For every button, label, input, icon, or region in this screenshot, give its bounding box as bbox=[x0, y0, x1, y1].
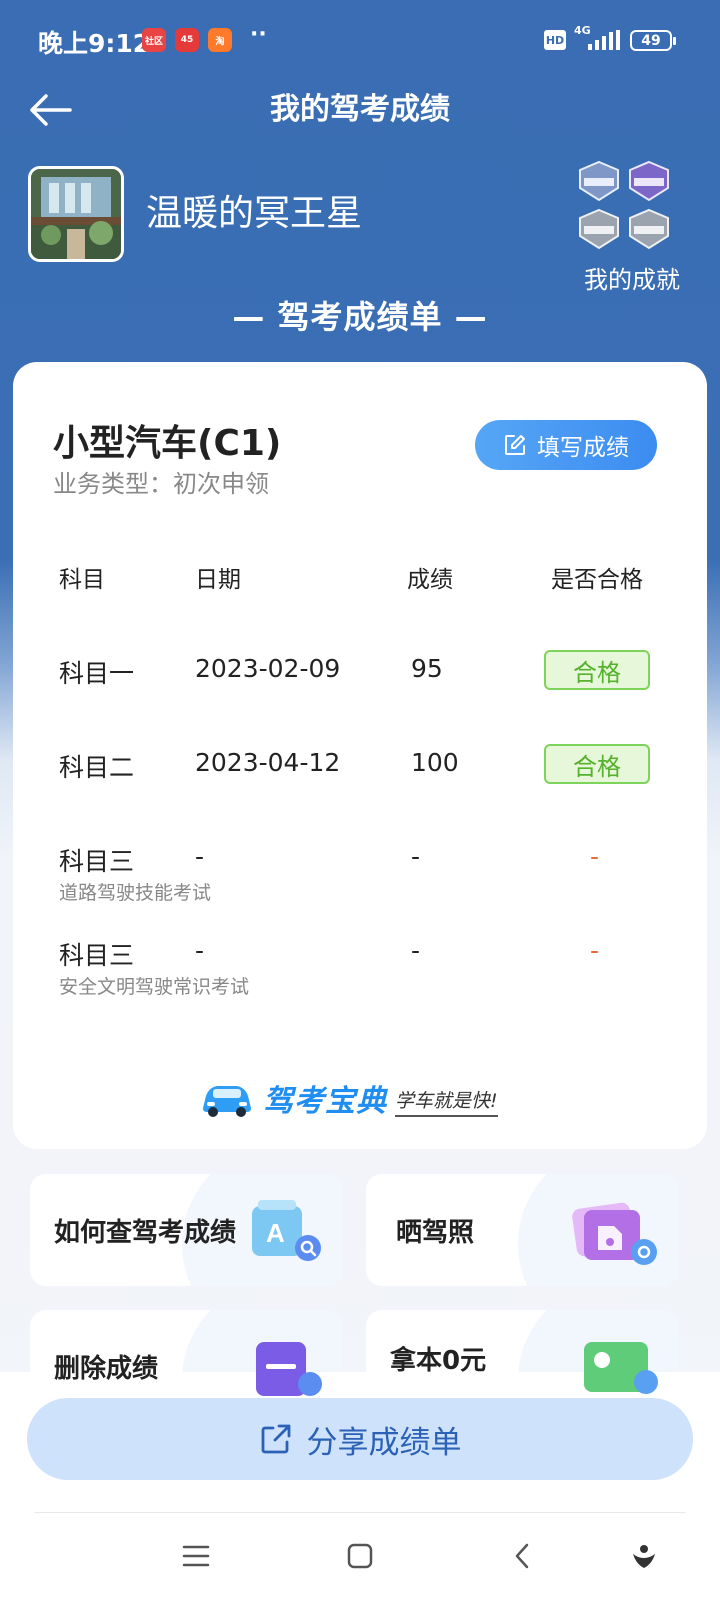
edit-icon bbox=[505, 435, 525, 455]
achievement-badge-2-icon bbox=[629, 160, 669, 202]
tile-how-to-check-scores[interactable]: 如何查驾考成绩 A bbox=[30, 1174, 342, 1286]
tile-label-1: 如何查驾考成绩 bbox=[54, 1218, 237, 1248]
column-passed: 是否合格 bbox=[551, 567, 643, 593]
row-4-status: - bbox=[590, 936, 600, 965]
more-notifications-icon: ·· bbox=[250, 22, 267, 47]
fill-score-button[interactable]: 填写成绩 bbox=[475, 420, 657, 470]
hd-icon: HD bbox=[544, 30, 566, 50]
row-1-score: 95 bbox=[411, 654, 443, 683]
row-4-date: - bbox=[195, 936, 205, 965]
row-4-subject: 科目三 bbox=[59, 941, 135, 970]
app-notification-icon-1: 社区 bbox=[142, 28, 166, 52]
delete-doc-icon bbox=[256, 1342, 322, 1396]
brand-logo: 驾考宝典 学车就是快! bbox=[199, 1076, 498, 1120]
achievements-label: 我的成就 bbox=[584, 266, 680, 294]
chevron-left-icon bbox=[515, 1543, 529, 1569]
avatar[interactable] bbox=[28, 166, 124, 262]
assistant-icon bbox=[633, 1545, 655, 1568]
share-icon bbox=[261, 1424, 290, 1454]
row-3-subject: 科目三 bbox=[59, 847, 135, 876]
row-2-status-badge: 合格 bbox=[544, 744, 650, 784]
row-3-score: - bbox=[411, 842, 421, 871]
report-heading: — 驾考成绩单 — bbox=[232, 298, 488, 336]
row-3-status: - bbox=[590, 842, 600, 871]
license-card-icon bbox=[584, 1342, 658, 1394]
menu-icon bbox=[182, 1545, 210, 1567]
row-2-subject: 科目二 bbox=[59, 753, 135, 782]
row-1-status-badge: 合格 bbox=[544, 650, 650, 690]
nav-home-button[interactable] bbox=[338, 1534, 382, 1578]
row-1-date: 2023-02-09 bbox=[195, 654, 341, 683]
car-icon bbox=[203, 1086, 251, 1117]
home-square-icon bbox=[347, 1543, 373, 1569]
search-doc-icon: A bbox=[252, 1200, 321, 1261]
business-type: 业务类型：初次申领 bbox=[53, 470, 269, 498]
achievement-badge-4-icon bbox=[629, 208, 669, 250]
share-report-button[interactable]: 分享成绩单 bbox=[27, 1398, 693, 1480]
share-report-label: 分享成绩单 bbox=[306, 1424, 462, 1461]
app-notification-icon-3: 淘 bbox=[208, 28, 232, 52]
achievement-badge-3-icon bbox=[579, 208, 619, 250]
signal-icon bbox=[588, 30, 620, 50]
divider bbox=[34, 1512, 686, 1513]
tile-label-3: 删除成绩 bbox=[54, 1354, 159, 1384]
svg-text:A: A bbox=[266, 1218, 285, 1248]
nav-menu-button[interactable] bbox=[174, 1534, 218, 1578]
status-time: 晚上9:12 bbox=[38, 29, 151, 58]
vehicle-type: 小型汽车(C1) bbox=[53, 423, 282, 464]
row-1-subject: 科目一 bbox=[59, 659, 135, 688]
fill-score-label: 填写成绩 bbox=[537, 435, 629, 461]
status-bar: 晚上9:12 社区 45 淘 ·· HD 4G 49 bbox=[0, 0, 720, 84]
row-2-score: 100 bbox=[411, 748, 459, 777]
bottom-bar: 分享成绩单 bbox=[0, 1372, 720, 1600]
photo-share-icon bbox=[572, 1202, 657, 1265]
nav-assistant-button[interactable] bbox=[622, 1534, 666, 1578]
username: 温暖的冥王星 bbox=[146, 193, 363, 234]
avatar-image bbox=[31, 169, 121, 259]
tile-share-license[interactable]: 晒驾照 bbox=[366, 1174, 678, 1286]
brand-name: 驾考宝典 bbox=[263, 1084, 387, 1119]
column-score: 成绩 bbox=[407, 567, 453, 593]
tile-label-4: 拿本0元 bbox=[390, 1346, 487, 1376]
tile-label-2: 晒驾照 bbox=[396, 1218, 475, 1248]
page-title: 我的驾考成绩 bbox=[270, 92, 450, 127]
battery-icon: 49 bbox=[630, 30, 676, 51]
row-4-score: - bbox=[411, 936, 421, 965]
app-notification-icon-2: 45 bbox=[175, 28, 199, 52]
row-2-date: 2023-04-12 bbox=[195, 748, 341, 777]
row-3-date: - bbox=[195, 842, 205, 871]
row-4-subtitle: 安全文明驾驶常识考试 bbox=[59, 976, 250, 998]
score-card: 小型汽车(C1) 业务类型：初次申领 填写成绩 科目 日期 成绩 是否合格 科目… bbox=[13, 362, 707, 1149]
achievement-badge-1-icon bbox=[579, 160, 619, 202]
column-date: 日期 bbox=[195, 567, 241, 593]
column-subject: 科目 bbox=[59, 567, 105, 593]
nav-back-button[interactable] bbox=[500, 1534, 544, 1578]
row-3-subtitle: 道路驾驶技能考试 bbox=[59, 882, 212, 904]
brand-slogan: 学车就是快! bbox=[395, 1086, 498, 1117]
